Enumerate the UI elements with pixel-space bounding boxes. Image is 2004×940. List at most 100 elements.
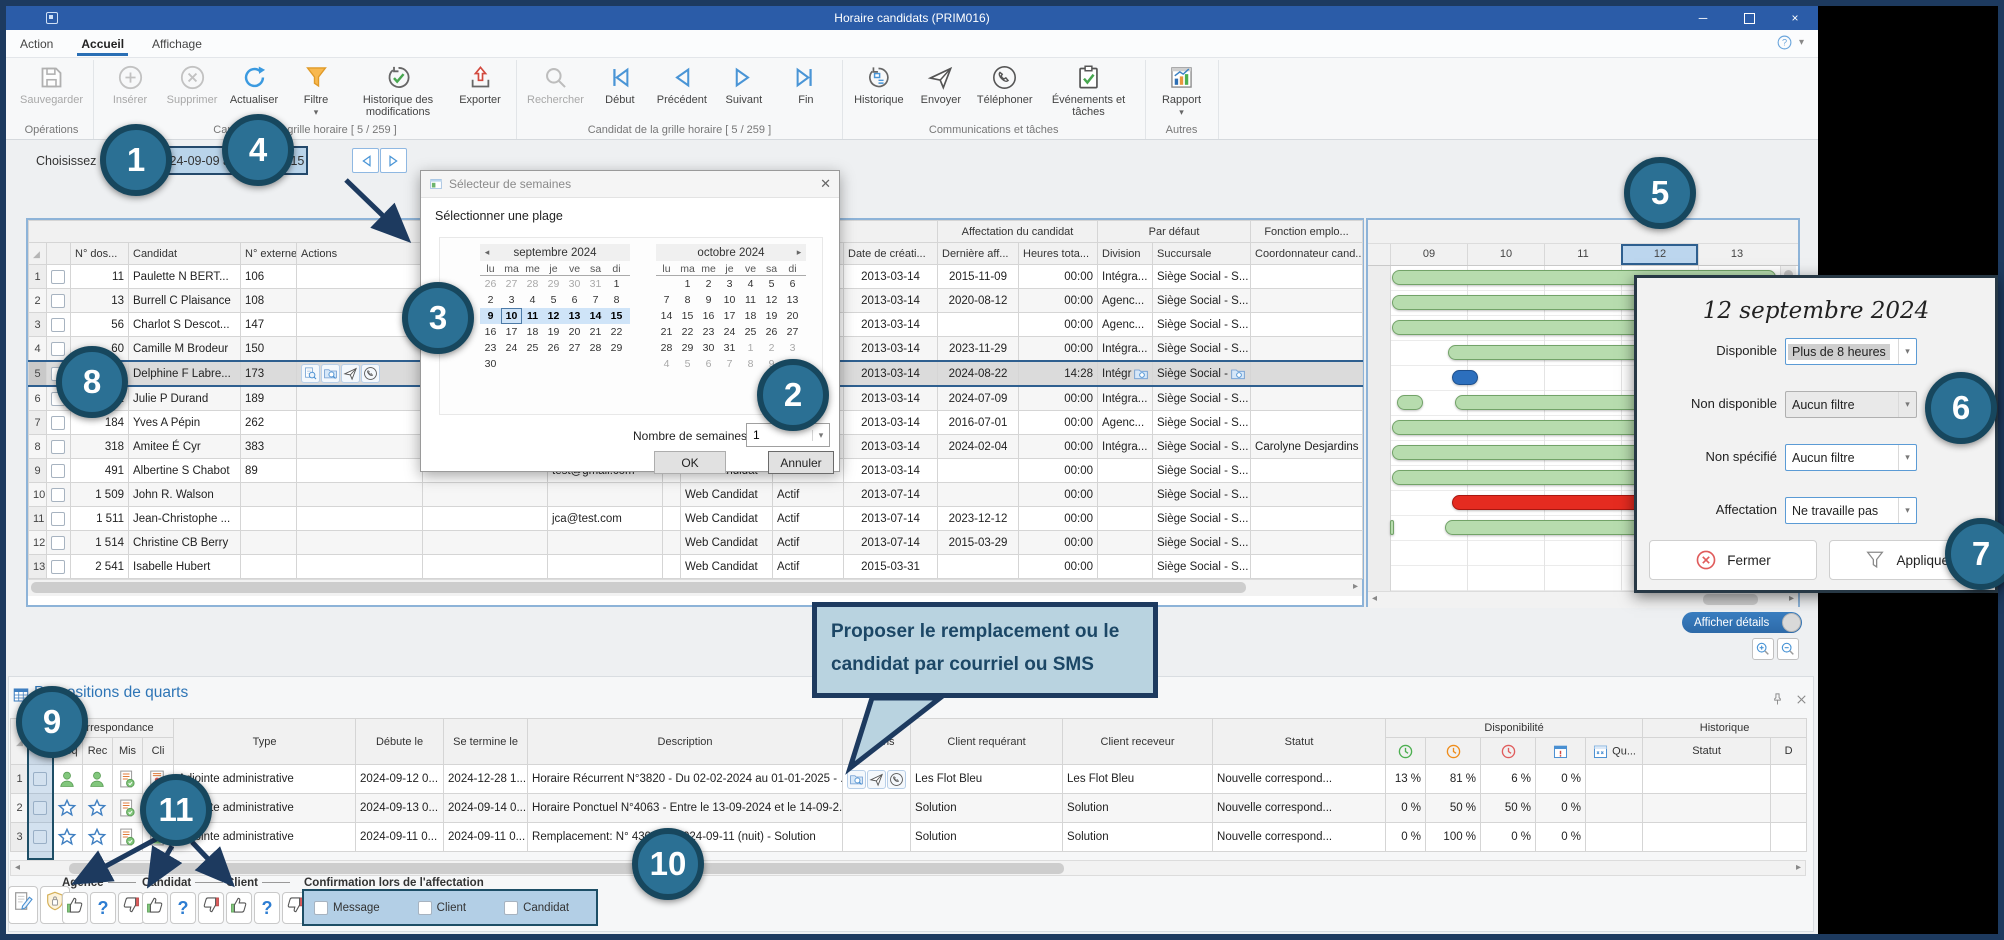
scroll-right-arrow[interactable]: ▸ bbox=[1789, 593, 1794, 604]
column-header[interactable]: Date de créati... bbox=[844, 243, 938, 265]
column-header[interactable]: Se termine le bbox=[444, 719, 528, 765]
proposal-row[interactable]: 1Adjointe administrative2024-09-12 0...2… bbox=[11, 765, 1807, 794]
doc-search-action[interactable] bbox=[301, 364, 320, 383]
calendar-day[interactable]: 28 bbox=[656, 340, 677, 356]
gantt-day-column-12[interactable]: 12 bbox=[1621, 244, 1698, 265]
table-row[interactable]: 132 541Isabelle HubertWeb CandidatActif2… bbox=[29, 555, 1363, 579]
zoom-out-button[interactable] bbox=[1777, 638, 1799, 660]
calendar-day[interactable]: 21 bbox=[656, 324, 677, 340]
ribbon-button-filtre[interactable]: Filtre▾ bbox=[285, 60, 347, 117]
calendar-day[interactable]: 15 bbox=[677, 308, 698, 324]
table-row[interactable]: 101 509John R. WalsonWeb CandidatActif20… bbox=[29, 483, 1363, 507]
calendar-day[interactable]: 30 bbox=[698, 340, 719, 356]
close-button[interactable]: × bbox=[1772, 6, 1818, 30]
calendar-day[interactable] bbox=[585, 356, 606, 372]
calendar-week-row[interactable]: 21222324252627 bbox=[656, 324, 806, 340]
calendar-day[interactable]: 5 bbox=[677, 356, 698, 372]
calendar-week-row[interactable]: 9101112131415 bbox=[480, 308, 630, 324]
agence-thumb-up-button[interactable] bbox=[62, 892, 88, 924]
calendar-day[interactable]: 25 bbox=[740, 324, 761, 340]
send-action[interactable] bbox=[867, 770, 886, 789]
send-action[interactable] bbox=[341, 364, 360, 383]
candidat-thumb-down-button[interactable] bbox=[198, 892, 224, 924]
scroll-right-arrow[interactable]: ▸ bbox=[1796, 862, 1801, 873]
agence-thumb-down-button[interactable] bbox=[118, 892, 144, 924]
column-header[interactable]: Type bbox=[174, 719, 356, 765]
chevron-down-icon[interactable]: ▾ bbox=[1799, 37, 1804, 48]
column-header[interactable] bbox=[47, 243, 71, 265]
calendar-day[interactable]: 12 bbox=[543, 308, 564, 324]
calendar-day[interactable]: 26 bbox=[761, 324, 782, 340]
gantt-day-column-09[interactable]: 09 bbox=[1390, 244, 1467, 265]
ribbon-button-t-l-phoner[interactable]: Téléphoner bbox=[972, 60, 1038, 106]
row-checkbox[interactable] bbox=[51, 416, 65, 430]
ribbon-button-exporter[interactable]: Exporter bbox=[449, 60, 511, 106]
dialog-close-icon[interactable]: ✕ bbox=[820, 176, 831, 192]
panel-close-icon[interactable] bbox=[1794, 692, 1809, 707]
ribbon-button-suivant[interactable]: Suivant bbox=[713, 60, 775, 106]
column-header[interactable]: Actions bbox=[297, 243, 423, 265]
column-header[interactable]: Description bbox=[528, 719, 843, 765]
column-header[interactable] bbox=[1426, 738, 1481, 765]
folder-search-action[interactable] bbox=[321, 364, 340, 383]
gantt-day-column-11[interactable]: 11 bbox=[1544, 244, 1621, 265]
calendar-day[interactable] bbox=[522, 356, 543, 372]
ribbon-button-rapport[interactable]: Rapport▾ bbox=[1151, 60, 1213, 117]
calendar-day[interactable]: 13 bbox=[782, 292, 803, 308]
tab-action[interactable]: Action bbox=[6, 30, 67, 57]
note-edit-button[interactable] bbox=[8, 886, 38, 924]
calendar-day[interactable]: 19 bbox=[761, 308, 782, 324]
calendar-day[interactable]: 14 bbox=[585, 308, 606, 324]
calendar-day[interactable]: 17 bbox=[719, 308, 740, 324]
calendar-day[interactable]: 4 bbox=[522, 292, 543, 308]
row-checkbox[interactable] bbox=[51, 464, 65, 478]
proposal-row[interactable]: 3Adjointe administrative2024-09-11 0...2… bbox=[11, 823, 1807, 852]
calendar-day[interactable]: 14 bbox=[656, 308, 677, 324]
calendar-week-row[interactable]: 30 bbox=[480, 356, 630, 372]
proposal-row[interactable]: 2Adjointe administrative2024-09-13 0...2… bbox=[11, 794, 1807, 823]
gantt-day-column-10[interactable]: 10 bbox=[1467, 244, 1544, 265]
calendar-day[interactable] bbox=[606, 356, 627, 372]
date-next-button[interactable] bbox=[380, 148, 407, 173]
checkbox[interactable] bbox=[314, 901, 328, 915]
scroll-left-arrow[interactable]: ◂ bbox=[1372, 593, 1377, 604]
client-thumb-up-button[interactable] bbox=[226, 892, 252, 924]
calendar-day[interactable]: 18 bbox=[522, 324, 543, 340]
ribbon-button-d-but[interactable]: Début bbox=[589, 60, 651, 106]
confirmation-option-client[interactable]: Client bbox=[418, 901, 466, 915]
column-header[interactable]: Débute le bbox=[356, 719, 444, 765]
filter-select-non-disponible[interactable]: Aucun filtre▾ bbox=[1785, 391, 1917, 418]
ribbon-button-supprimer[interactable]: Supprimer bbox=[161, 60, 223, 106]
ribbon-button-historique-des-modifications[interactable]: Historique des modifications bbox=[347, 60, 449, 119]
filter-select-non-sp-cifi-[interactable]: Aucun filtre▾ bbox=[1785, 444, 1917, 471]
table-row[interactable]: 111 511Jean-Christophe ...jca@test.comWe… bbox=[29, 507, 1363, 531]
calendar-day[interactable]: 26 bbox=[480, 276, 501, 292]
calendar-week-row[interactable]: 16171819202122 bbox=[480, 324, 630, 340]
ribbon-button-fin[interactable]: Fin bbox=[775, 60, 837, 106]
column-header[interactable] bbox=[1481, 738, 1536, 765]
calendar-day[interactable]: 6 bbox=[564, 292, 585, 308]
calendar-day[interactable]: 23 bbox=[480, 340, 501, 356]
calendar-day[interactable]: 6 bbox=[698, 356, 719, 372]
column-header[interactable]: Statut bbox=[1643, 738, 1771, 765]
column-header[interactable]: Succursale bbox=[1153, 243, 1251, 265]
calendar-day[interactable]: 18 bbox=[740, 308, 761, 324]
calendar-day[interactable]: 28 bbox=[585, 340, 606, 356]
calendar-week-row[interactable]: 23242526272829 bbox=[480, 340, 630, 356]
scroll-thumb[interactable] bbox=[69, 863, 1064, 874]
calendar-day[interactable]: 11 bbox=[740, 292, 761, 308]
confirmation-option-message[interactable]: Message bbox=[314, 901, 380, 915]
confirmation-option-candidat[interactable]: Candidat bbox=[504, 901, 569, 915]
calendar-day[interactable]: 7 bbox=[719, 356, 740, 372]
availability-bar[interactable] bbox=[1390, 520, 1394, 535]
column-header[interactable] bbox=[1536, 738, 1586, 765]
column-header[interactable]: Qu... bbox=[1586, 738, 1643, 765]
calendar-day[interactable]: 31 bbox=[719, 340, 740, 356]
calendar-day[interactable]: 16 bbox=[480, 324, 501, 340]
ribbon-button-ins-rer[interactable]: Insérer bbox=[99, 60, 161, 106]
calendar-day[interactable]: 3 bbox=[782, 340, 803, 356]
calendar-week-row[interactable]: 2627282930311 bbox=[480, 276, 630, 292]
folder-small-icon[interactable] bbox=[1133, 366, 1149, 382]
calendar-day[interactable]: 9 bbox=[698, 292, 719, 308]
calendar-day[interactable]: 2 bbox=[761, 340, 782, 356]
